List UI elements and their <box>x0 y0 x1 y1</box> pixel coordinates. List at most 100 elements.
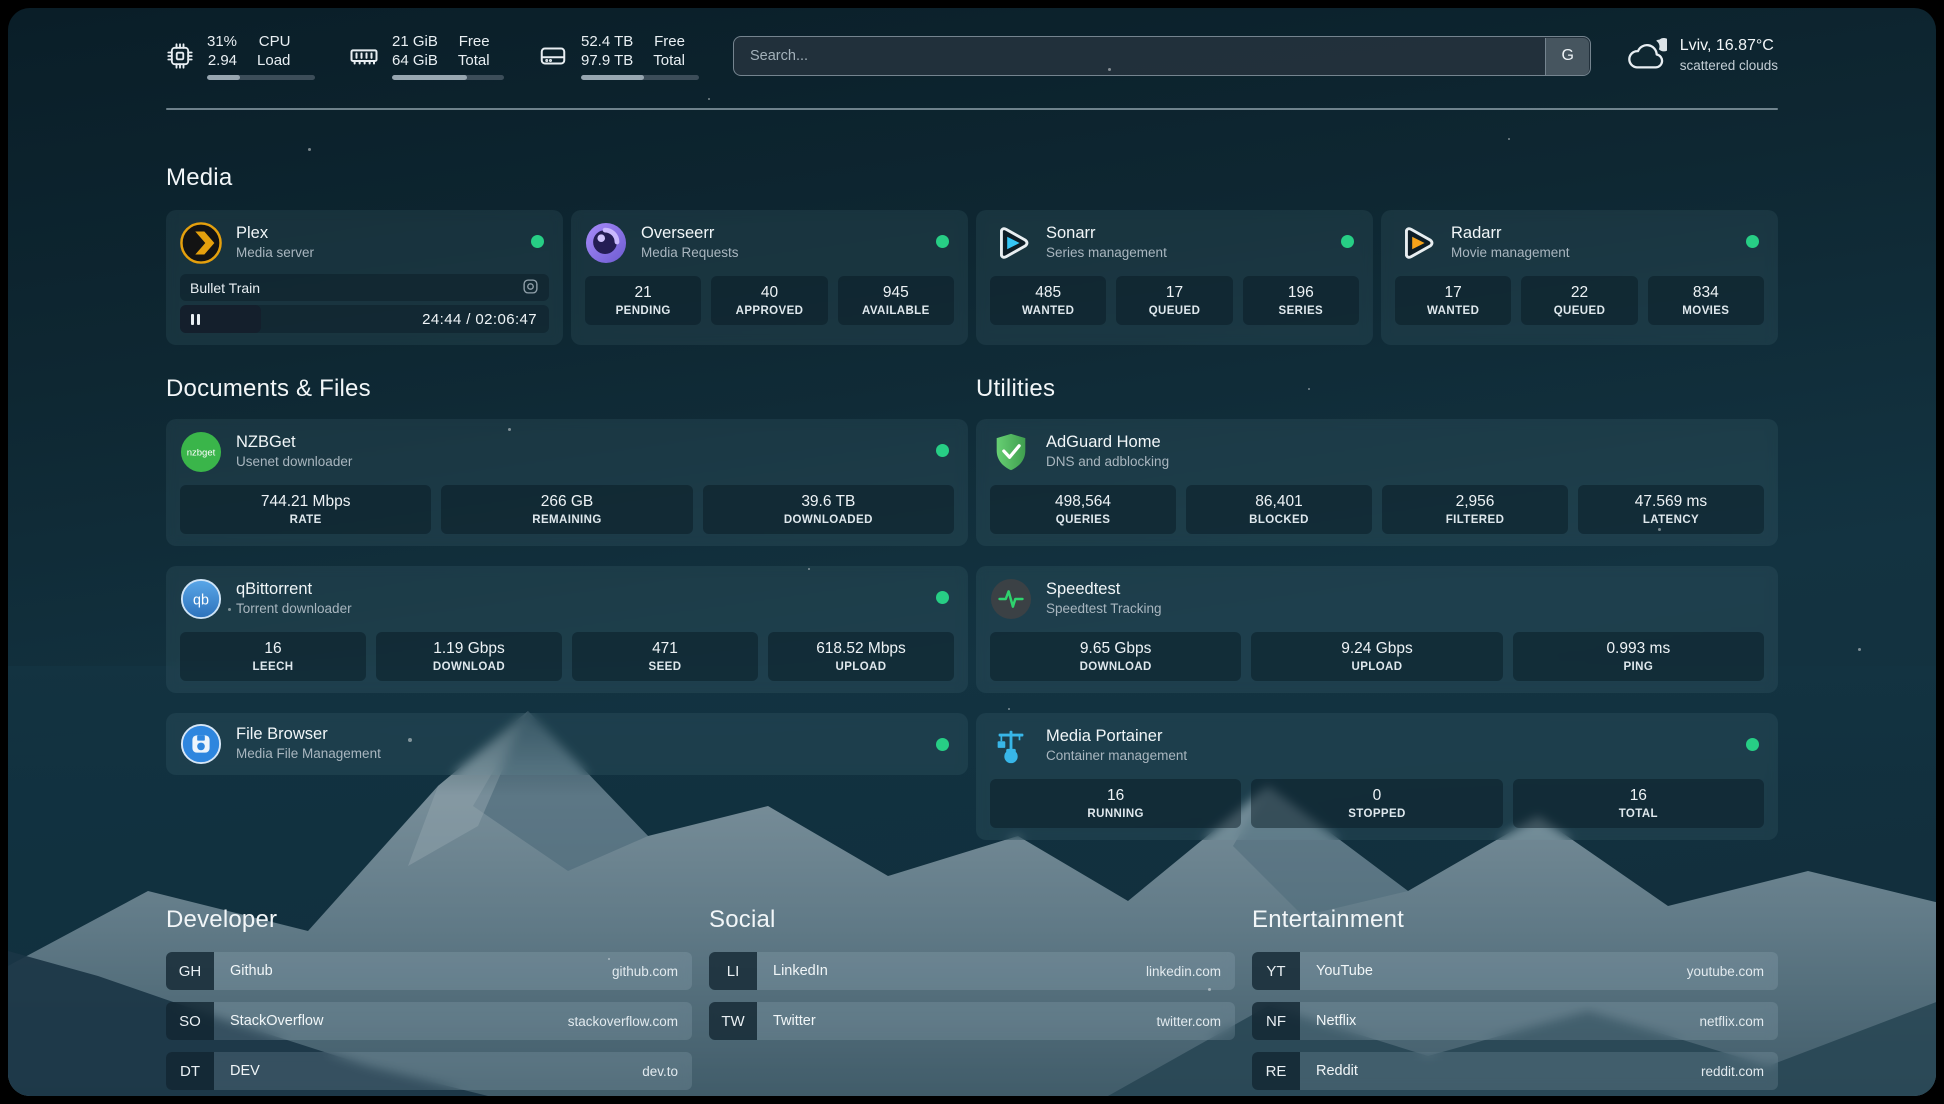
stat-block: 196 SERIES <box>1243 276 1359 325</box>
stat-value: 1.19 Gbps <box>380 639 558 659</box>
qbittorrent-card[interactable]: qb qBittorrent Torrent downloader 16 LEE… <box>166 566 968 693</box>
weather-widget[interactable]: Lviv, 16.87°C scattered clouds <box>1625 36 1778 76</box>
bookmark-twitter[interactable]: TW Twitter twitter.com <box>709 1002 1235 1040</box>
nzbget-icon: nzbget <box>180 431 222 473</box>
weather-location: Lviv, 16.87°C <box>1680 36 1778 56</box>
stat-label: SERIES <box>1247 305 1355 317</box>
utilities-section-title: Utilities <box>976 375 1778 403</box>
status-dot-online <box>936 444 949 457</box>
stat-value: 485 <box>994 283 1102 303</box>
bookmark-reddit[interactable]: RE Reddit reddit.com <box>1252 1052 1778 1090</box>
plex-now-playing-row: Bullet Train <box>180 274 549 301</box>
service-name: Radarr <box>1451 223 1570 243</box>
stat-value: 945 <box>842 283 950 303</box>
sonarr-icon <box>990 222 1032 264</box>
stat-block: 1.19 Gbps DOWNLOAD <box>376 632 562 681</box>
bookmark-name: Twitter <box>757 1002 816 1040</box>
bookmark-linkedin[interactable]: LI LinkedIn linkedin.com <box>709 952 1235 990</box>
portainer-card[interactable]: Media Portainer Container management 16 … <box>976 713 1778 840</box>
search-input[interactable] <box>733 36 1591 76</box>
stat-block: 40 APPROVED <box>711 276 827 325</box>
service-subtitle: Torrent downloader <box>236 599 352 619</box>
developer-bookmarks: Developer GH Github github.com SO StackO… <box>166 906 692 1096</box>
bookmark-name: Netflix <box>1300 1002 1356 1040</box>
bookmark-domain: linkedin.com <box>1146 952 1235 990</box>
speedtest-icon <box>990 578 1032 620</box>
bookmark-github[interactable]: GH Github github.com <box>166 952 692 990</box>
bookmark-netflix[interactable]: NF Netflix netflix.com <box>1252 1002 1778 1040</box>
disk-total-value: 97.9 TB <box>581 51 633 70</box>
stat-value: 471 <box>576 639 754 659</box>
plex-card[interactable]: Plex Media server Bullet Train <box>166 210 563 345</box>
bookmark-name: Reddit <box>1300 1052 1358 1090</box>
bookmark-stackoverflow[interactable]: SO StackOverflow stackoverflow.com <box>166 1002 692 1040</box>
search-provider-button[interactable]: G <box>1545 38 1589 75</box>
radarr-card[interactable]: Radarr Movie management 17 WANTED 22 QUE… <box>1381 210 1778 345</box>
bookmark-domain: reddit.com <box>1701 1052 1778 1090</box>
disk-free-value: 52.4 TB <box>581 32 633 51</box>
pause-icon <box>191 314 200 325</box>
stat-block: 618.52 Mbps UPLOAD <box>768 632 954 681</box>
filebrowser-card[interactable]: File Browser Media File Management <box>166 713 968 775</box>
service-name: Overseerr <box>641 223 739 243</box>
stat-value: 17 <box>1399 283 1507 303</box>
bookmark-domain: netflix.com <box>1699 1002 1778 1040</box>
stat-value: 39.6 TB <box>707 492 950 512</box>
stat-value: 9.65 Gbps <box>994 639 1237 659</box>
overseerr-card[interactable]: Overseerr Media Requests 21 PENDING 40 A… <box>571 210 968 345</box>
bookmark-dev[interactable]: DT DEV dev.to <box>166 1052 692 1090</box>
stat-label: DOWNLOAD <box>380 661 558 673</box>
bookmark-name: StackOverflow <box>214 1002 323 1040</box>
stat-block: 0 STOPPED <box>1251 779 1502 828</box>
stat-value: 17 <box>1120 283 1228 303</box>
service-subtitle: DNS and adblocking <box>1046 452 1169 472</box>
stat-value: 16 <box>184 639 362 659</box>
service-subtitle: Container management <box>1046 746 1187 766</box>
stat-label: QUERIES <box>994 514 1172 526</box>
stat-label: UPLOAD <box>772 661 950 673</box>
stat-value: 834 <box>1652 283 1760 303</box>
stat-block: 9.24 Gbps UPLOAD <box>1251 632 1502 681</box>
stat-value: 2,956 <box>1386 492 1564 512</box>
stat-label: BLOCKED <box>1190 514 1368 526</box>
stat-block: 39.6 TB DOWNLOADED <box>703 485 954 534</box>
nzbget-card[interactable]: nzbget NZBGet Usenet downloader 744.21 M… <box>166 419 968 546</box>
memory-free-label: Free <box>459 32 490 51</box>
service-name: Plex <box>236 223 314 243</box>
status-dot-online <box>531 235 544 248</box>
memory-icon <box>349 41 379 71</box>
stat-value: 618.52 Mbps <box>772 639 950 659</box>
status-dot-online <box>1341 235 1354 248</box>
overseerr-icon <box>585 222 627 264</box>
disk-progress-bar <box>581 75 699 80</box>
memory-progress-bar <box>392 75 504 80</box>
topbar-divider <box>166 108 1778 110</box>
entertainment-section-title: Entertainment <box>1252 906 1778 934</box>
stat-label: SEED <box>576 661 754 673</box>
stat-value: 498,564 <box>994 492 1172 512</box>
service-name: Speedtest <box>1046 579 1162 599</box>
bookmark-name: DEV <box>214 1052 260 1090</box>
adguard-card[interactable]: AdGuard Home DNS and adblocking 498,564 … <box>976 419 1778 546</box>
stat-value: 0 <box>1255 786 1498 806</box>
stat-block: 22 QUEUED <box>1521 276 1637 325</box>
cpu-load-label: Load <box>257 51 290 70</box>
bookmark-name: YouTube <box>1300 952 1373 990</box>
video-camera-icon <box>522 278 539 298</box>
service-name: NZBGet <box>236 432 352 452</box>
dashboard-window: 31% 2.94 CPU Load <box>8 8 1936 1096</box>
media-section-title: Media <box>166 164 1778 192</box>
stat-block: 86,401 BLOCKED <box>1186 485 1372 534</box>
stat-block: 945 AVAILABLE <box>838 276 954 325</box>
bookmark-domain: dev.to <box>642 1052 692 1090</box>
stat-label: UPLOAD <box>1255 661 1498 673</box>
speedtest-card[interactable]: Speedtest Speedtest Tracking 9.65 Gbps D… <box>976 566 1778 693</box>
service-subtitle: Movie management <box>1451 243 1570 263</box>
search-bar: G <box>733 36 1591 76</box>
stat-value: 0.993 ms <box>1517 639 1760 659</box>
bookmark-youtube[interactable]: YT YouTube youtube.com <box>1252 952 1778 990</box>
social-bookmarks: Social LI LinkedIn linkedin.com TW Twitt… <box>709 906 1235 1096</box>
cpu-usage-label: CPU <box>259 32 291 51</box>
stat-block: 21 PENDING <box>585 276 701 325</box>
sonarr-card[interactable]: Sonarr Series management 485 WANTED 17 Q… <box>976 210 1373 345</box>
